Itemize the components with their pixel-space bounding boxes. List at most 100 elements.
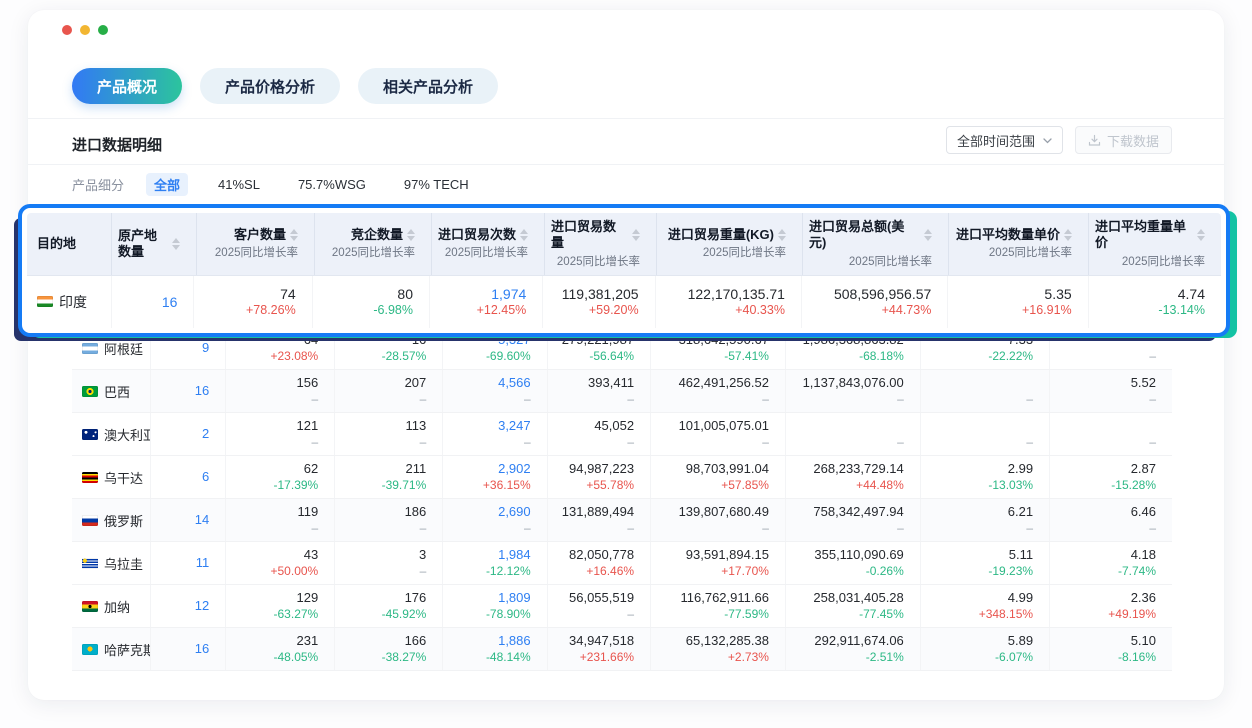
sort-icon[interactable] (778, 229, 786, 241)
data-cell: 4.74-13.14% (1089, 276, 1221, 328)
yoy-change: -6.98% (373, 303, 413, 318)
top-tabs: 产品概况 产品价格分析 相关产品分析 (72, 68, 498, 104)
data-cell: 34,947,518+231.66% (548, 628, 651, 670)
value-link[interactable]: 1,984 (498, 547, 531, 563)
value-link[interactable]: 12 (195, 598, 209, 614)
yoy-change: +348.15% (979, 607, 1033, 622)
data-cell: – (921, 413, 1050, 455)
tab-related-products[interactable]: 相关产品分析 (358, 68, 498, 104)
data-cell: 1,809-78.90% (443, 585, 547, 627)
table-row[interactable]: 乌干达662-17.39%211-39.71%2,902+36.15%94,98… (72, 456, 1172, 499)
traffic-light-zoom-icon[interactable] (98, 25, 108, 35)
traffic-light-minimize-icon[interactable] (80, 25, 90, 35)
header-cell-6[interactable]: 进口贸易重量(KG)2025同比增长率 (657, 213, 803, 275)
value-link[interactable]: 2,902 (498, 461, 531, 477)
uruguay-flag-icon (82, 558, 98, 569)
table-row[interactable]: 巴西16156–207–4,566–393,411–462,491,256.52… (72, 370, 1172, 413)
data-cell: 139,807,680.49– (651, 499, 786, 541)
sort-icon[interactable] (1197, 229, 1205, 241)
value-link[interactable]: 4,566 (498, 375, 531, 391)
table-row[interactable]: 加纳12129-63.27%176-45.92%1,809-78.90%56,0… (72, 585, 1172, 628)
table-row[interactable]: 乌拉圭1143+50.00%3–1,984-12.12%82,050,778+1… (72, 542, 1172, 585)
value-link[interactable]: 1,809 (498, 590, 531, 606)
value: 4.99 (1008, 590, 1033, 606)
sort-icon[interactable] (632, 229, 640, 241)
data-cell: 14 (151, 499, 227, 541)
header-cell-9[interactable]: 进口平均重量单价2025同比增长率 (1089, 213, 1221, 275)
value-link[interactable]: 16 (162, 294, 178, 310)
value: 258,031,405.28 (813, 590, 903, 606)
product-segment-filter: 产品细分 全部 41%SL 75.7%WSG 97% TECH (72, 173, 477, 196)
tab-product-overview[interactable]: 产品概况 (72, 68, 182, 104)
yoy-change: +59.20% (589, 303, 639, 318)
value-link[interactable]: 6 (202, 469, 209, 485)
download-label: 下载数据 (1107, 131, 1159, 150)
value-link[interactable]: 16 (195, 383, 209, 399)
header-cell-3[interactable]: 竞企数量2025同比增长率 (315, 213, 432, 275)
header-cell-4[interactable]: 进口贸易次数2025同比增长率 (432, 213, 545, 275)
data-cell: 166-38.27% (335, 628, 443, 670)
sort-icon[interactable] (290, 229, 298, 241)
data-cell: 16 (112, 276, 194, 328)
yoy-change: – (1026, 521, 1033, 536)
header-cell-2[interactable]: 客户数量2025同比增长率 (197, 213, 315, 275)
sort-icon[interactable] (520, 229, 528, 241)
value: 1,137,843,076.00 (803, 375, 904, 391)
value-link[interactable]: 9 (202, 340, 209, 356)
header-cell-7[interactable]: 进口贸易总额(美元)2025同比增长率 (803, 213, 949, 275)
yoy-change: – (1026, 392, 1033, 407)
table-row-highlighted[interactable]: 印度1674+78.26%80-6.98%1,974+12.45%119,381… (27, 276, 1221, 328)
yoy-change: – (897, 392, 904, 407)
sort-icon[interactable] (407, 229, 415, 241)
argentina-flag-icon (82, 343, 98, 354)
time-range-select[interactable]: 全部时间范围 (946, 126, 1063, 154)
value-link[interactable]: 2,690 (498, 504, 531, 520)
sort-icon[interactable] (1064, 229, 1072, 241)
yoy-change: +78.26% (246, 303, 296, 318)
table-row[interactable]: 澳大利亚2121–113–3,247–45,052–101,005,075.01… (72, 413, 1172, 456)
filter-option-all[interactable]: 全部 (146, 173, 188, 196)
value-link[interactable]: 1,974 (491, 286, 526, 302)
header-cell-5[interactable]: 进口贸易数量2025同比增长率 (545, 213, 657, 275)
data-cell: 43+50.00% (226, 542, 335, 584)
data-cell: 2.87-15.28% (1050, 456, 1172, 498)
value-link[interactable]: 2 (202, 426, 209, 442)
filter-option-sl[interactable]: 41%SL (210, 175, 268, 194)
value-link[interactable]: 16 (195, 641, 209, 657)
tab-price-analysis[interactable]: 产品价格分析 (200, 68, 340, 104)
value: 2.87 (1131, 461, 1156, 477)
data-cell: 5.52– (1050, 370, 1172, 412)
table-row[interactable]: 哈萨克斯坦16231-48.05%166-38.27%1,886-48.14%3… (72, 628, 1172, 671)
header-cell-8[interactable]: 进口平均数量单价2025同比增长率 (949, 213, 1089, 275)
value-link[interactable]: 11 (196, 555, 210, 571)
traffic-light-close-icon[interactable] (62, 25, 72, 35)
value-link[interactable]: 3,247 (498, 418, 531, 434)
yoy-change: -77.45% (859, 607, 904, 622)
data-cell: 11 (151, 542, 227, 584)
column-title: 竞企数量 (351, 227, 403, 243)
filter-option-tech[interactable]: 97% TECH (396, 175, 477, 194)
data-cell: 268,233,729.14+44.48% (786, 456, 921, 498)
yoy-change: -77.59% (724, 607, 769, 622)
value-link[interactable]: 1,886 (498, 633, 531, 649)
sort-icon[interactable] (924, 229, 932, 241)
data-cell: 508,596,956.57+44.73% (802, 276, 948, 328)
yoy-change: – (1149, 349, 1156, 364)
yoy-change: – (1149, 392, 1156, 407)
data-cell: 93,591,894.15+17.70% (651, 542, 786, 584)
filter-option-wsg[interactable]: 75.7%WSG (290, 175, 374, 194)
column-title: 进口贸易数量 (551, 219, 628, 252)
value-link[interactable]: 14 (195, 512, 209, 528)
header-cell-1[interactable]: 原产地数量 (112, 213, 197, 275)
table-row[interactable]: 俄罗斯14119–186–2,690–131,889,494–139,807,6… (72, 499, 1172, 542)
value: 156 (297, 375, 319, 391)
sort-icon[interactable] (172, 238, 180, 250)
value: 82,050,778 (569, 547, 634, 563)
data-cell: 6.21– (921, 499, 1050, 541)
yoy-change: -0.26% (866, 564, 904, 579)
download-button[interactable]: 下载数据 (1075, 126, 1172, 154)
yoy-change: – (897, 521, 904, 536)
value: 34,947,518 (569, 633, 634, 649)
yoy-change: – (627, 392, 634, 407)
yoy-change: – (762, 521, 769, 536)
